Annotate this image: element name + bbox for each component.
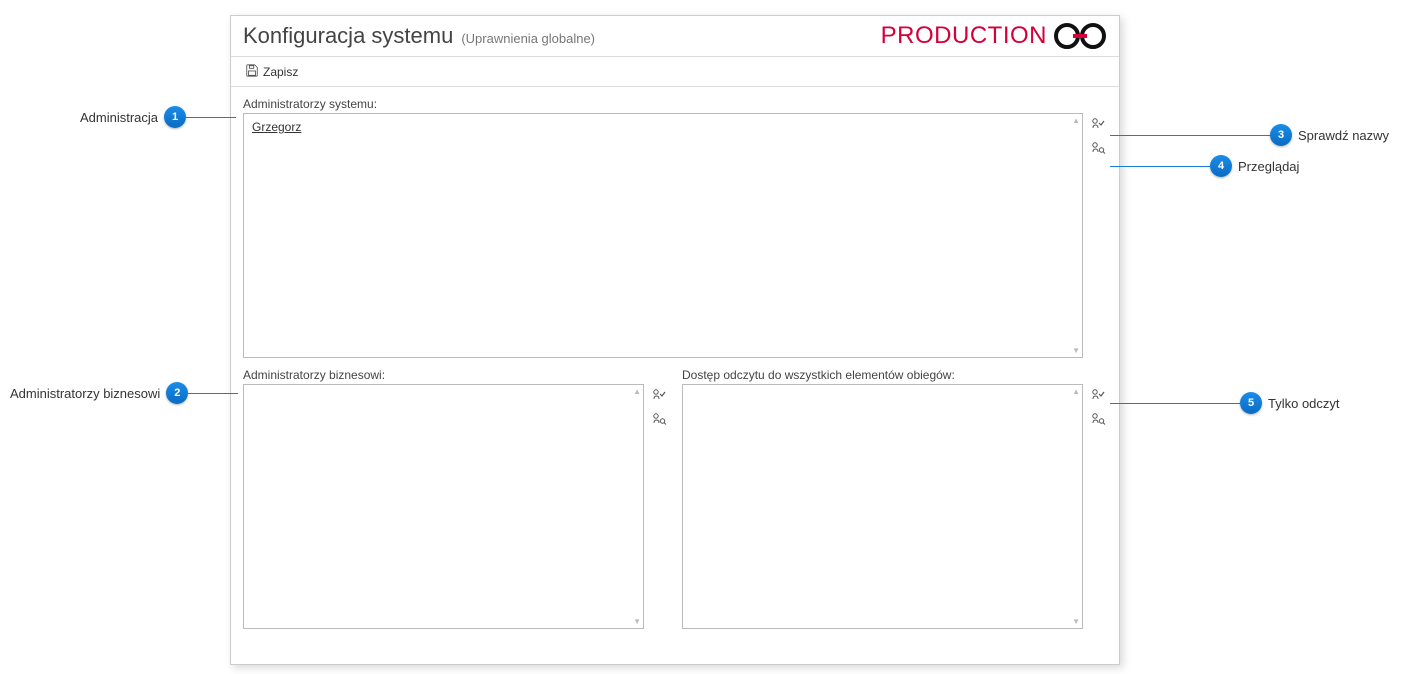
page-title: Konfiguracja systemu	[243, 23, 453, 49]
callout-badge: 4	[1210, 155, 1232, 177]
callout-line	[1110, 403, 1240, 404]
callout-line	[186, 117, 236, 118]
callout-5: 5 Tylko odczyt	[1110, 392, 1346, 414]
page-subtitle: (Uprawnienia globalne)	[461, 31, 595, 46]
scroll-down-icon: ▼	[1072, 617, 1080, 626]
callout-3: 3 Sprawdź nazwy	[1110, 124, 1395, 146]
scroll-up-icon: ▲	[633, 387, 641, 396]
scroll-down-icon: ▼	[1072, 346, 1080, 355]
scroll-up-icon: ▲	[1072, 387, 1080, 396]
callout-text: Sprawdź nazwy	[1292, 128, 1395, 143]
callout-4: 4 Przeglądaj	[1110, 155, 1305, 177]
callout-badge: 2	[166, 382, 188, 404]
header: Konfiguracja systemu (Uprawnienia global…	[231, 16, 1119, 57]
callout-badge: 5	[1240, 392, 1262, 414]
callout-1: 1 Administracja	[74, 106, 236, 128]
system-admins-label: Administratorzy systemu:	[243, 97, 1107, 111]
callout-badge: 3	[1270, 124, 1292, 146]
check-names-icon[interactable]	[1089, 115, 1107, 133]
save-button[interactable]: Zapisz	[239, 61, 304, 82]
check-names-icon[interactable]	[650, 386, 668, 404]
product-logo-icon	[1053, 22, 1107, 50]
read-access-section: Dostęp odczytu do wszystkich elementów o…	[682, 368, 1107, 629]
browse-icon[interactable]	[1089, 410, 1107, 428]
business-admins-input[interactable]: ▲ ▼	[243, 384, 644, 629]
scroll-up-icon: ▲	[1072, 116, 1080, 125]
read-access-icons	[1089, 384, 1107, 428]
callout-badge: 1	[164, 106, 186, 128]
header-left: Konfiguracja systemu (Uprawnienia global…	[243, 23, 595, 49]
save-icon	[245, 63, 259, 80]
toolbar: Zapisz	[231, 57, 1119, 87]
read-access-input[interactable]: ▲ ▼	[682, 384, 1083, 629]
bottom-row: Administratorzy biznesowi: ▲ ▼	[243, 368, 1107, 629]
callout-text: Administratorzy biznesowi	[4, 386, 166, 401]
business-admins-section: Administratorzy biznesowi: ▲ ▼	[243, 368, 668, 629]
system-admins-picker-row: Grzegorz ▲ ▼	[243, 113, 1107, 358]
environment-label: PRODUCTION	[881, 22, 1047, 50]
content-area: Administratorzy systemu: Grzegorz ▲ ▼	[231, 87, 1119, 664]
callout-line	[1110, 135, 1270, 136]
business-admins-picker-row: ▲ ▼	[243, 384, 668, 629]
browse-icon[interactable]	[650, 410, 668, 428]
scroll-down-icon: ▼	[633, 617, 641, 626]
system-admins-icons	[1089, 113, 1107, 157]
callout-line	[188, 393, 238, 394]
header-right: PRODUCTION	[881, 22, 1107, 50]
save-button-label: Zapisz	[263, 65, 298, 79]
callout-line	[1110, 166, 1210, 167]
app-window: Konfiguracja systemu (Uprawnienia global…	[230, 15, 1120, 665]
business-admins-label: Administratorzy biznesowi:	[243, 368, 668, 382]
check-names-icon[interactable]	[1089, 386, 1107, 404]
read-access-picker-row: ▲ ▼	[682, 384, 1107, 629]
system-admins-input[interactable]: Grzegorz ▲ ▼	[243, 113, 1083, 358]
business-admins-icons	[650, 384, 668, 428]
system-admins-section: Administratorzy systemu: Grzegorz ▲ ▼	[243, 97, 1107, 358]
callout-text: Przeglądaj	[1232, 159, 1305, 174]
picker-entry[interactable]: Grzegorz	[252, 120, 301, 134]
browse-icon[interactable]	[1089, 139, 1107, 157]
callout-text: Administracja	[74, 110, 164, 125]
callout-2: 2 Administratorzy biznesowi	[4, 382, 238, 404]
callout-text: Tylko odczyt	[1262, 396, 1346, 411]
read-access-label: Dostęp odczytu do wszystkich elementów o…	[682, 368, 1107, 382]
